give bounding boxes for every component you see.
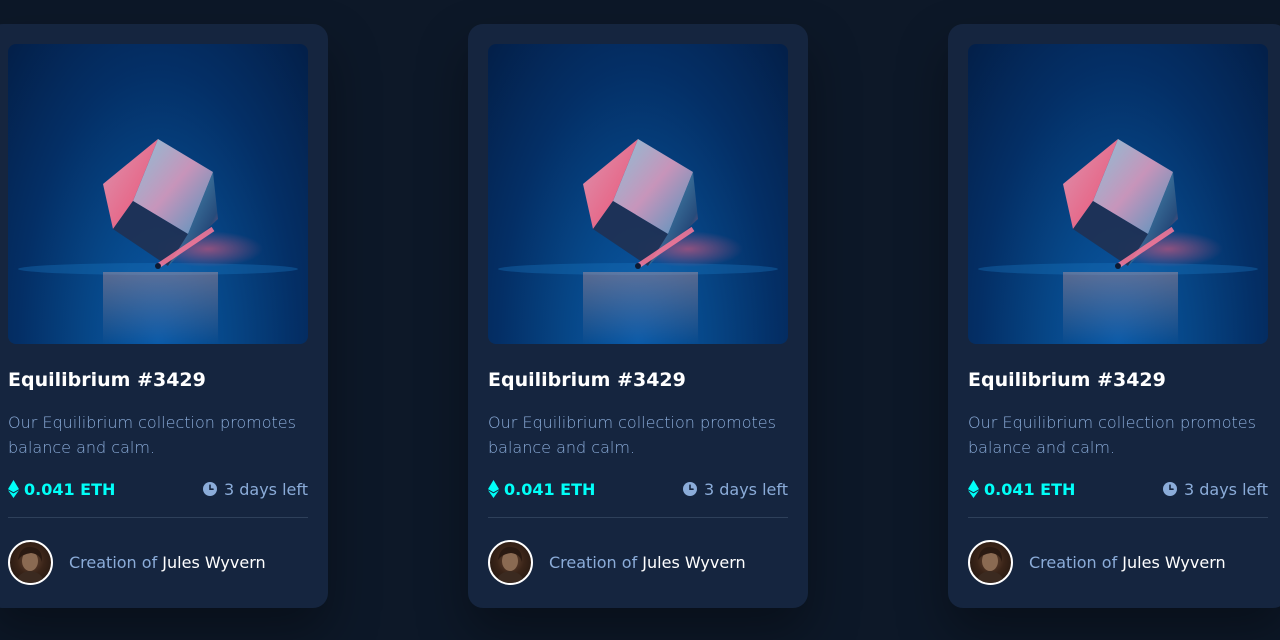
nft-card-gallery: Equilibrium #3429 Our Equilibrium collec… — [0, 0, 1280, 640]
price: 0.041 ETH — [968, 480, 1075, 499]
nft-meta: 0.041 ETH 3 days left — [968, 478, 1268, 500]
cube-artwork — [978, 139, 1258, 344]
time-left: 3 days left — [1162, 479, 1268, 499]
ethereum-icon — [8, 480, 19, 498]
nft-card: Equilibrium #3429 Our Equilibrium collec… — [0, 24, 328, 608]
nft-title[interactable]: Equilibrium #3429 — [968, 369, 1268, 391]
creator-prefix: Creation of — [69, 553, 158, 572]
clock-icon — [1162, 482, 1177, 496]
divider — [8, 517, 308, 518]
time-left-value: 3 days left — [223, 479, 308, 499]
time-left: 3 days left — [682, 479, 788, 499]
creator-name[interactable]: Jules Wyvern — [1122, 553, 1225, 572]
time-left-value: 3 days left — [703, 479, 788, 499]
nft-meta: 0.041 ETH 3 days left — [488, 478, 788, 500]
creator: Creation of Jules Wyvern — [488, 540, 788, 585]
creator: Creation of Jules Wyvern — [968, 540, 1268, 585]
price: 0.041 ETH — [8, 480, 115, 499]
price-value: 0.041 ETH — [24, 479, 116, 499]
creator-prefix: Creation of — [1029, 553, 1118, 572]
price-value: 0.041 ETH — [984, 479, 1076, 499]
avatar — [488, 540, 533, 585]
nft-image[interactable] — [8, 44, 308, 344]
nft-meta: 0.041 ETH 3 days left — [8, 478, 308, 500]
nft-description: Our Equilibrium collection promotes bala… — [488, 413, 776, 457]
cube-artwork — [18, 139, 298, 344]
avatar — [968, 540, 1013, 585]
price-value: 0.041 ETH — [504, 479, 596, 499]
creator-name[interactable]: Jules Wyvern — [162, 553, 265, 572]
creator: Creation of Jules Wyvern — [8, 540, 308, 585]
creator-credit: Creation of Jules Wyvern — [1029, 553, 1226, 572]
clock-icon — [682, 482, 697, 496]
nft-description: Our Equilibrium collection promotes bala… — [968, 413, 1256, 457]
nft-card: Equilibrium #3429 Our Equilibrium collec… — [948, 24, 1280, 608]
divider — [968, 517, 1268, 518]
avatar-portrait — [16, 546, 45, 583]
creator-credit: Creation of Jules Wyvern — [69, 553, 266, 572]
nft-image[interactable] — [488, 44, 788, 344]
avatar-portrait — [976, 546, 1005, 583]
nft-description: Our Equilibrium collection promotes bala… — [8, 413, 296, 457]
nft-image[interactable] — [968, 44, 1268, 344]
ethereum-icon — [968, 480, 979, 498]
time-left: 3 days left — [202, 479, 308, 499]
nft-card: Equilibrium #3429 Our Equilibrium collec… — [468, 24, 808, 608]
creator-name[interactable]: Jules Wyvern — [642, 553, 745, 572]
price: 0.041 ETH — [488, 480, 595, 499]
divider — [488, 517, 788, 518]
ethereum-icon — [488, 480, 499, 498]
avatar — [8, 540, 53, 585]
time-left-value: 3 days left — [1183, 479, 1268, 499]
cube-artwork — [498, 139, 778, 344]
nft-title[interactable]: Equilibrium #3429 — [488, 369, 788, 391]
clock-icon — [202, 482, 217, 496]
creator-credit: Creation of Jules Wyvern — [549, 553, 746, 572]
avatar-portrait — [496, 546, 525, 583]
nft-title[interactable]: Equilibrium #3429 — [8, 369, 308, 391]
creator-prefix: Creation of — [549, 553, 638, 572]
